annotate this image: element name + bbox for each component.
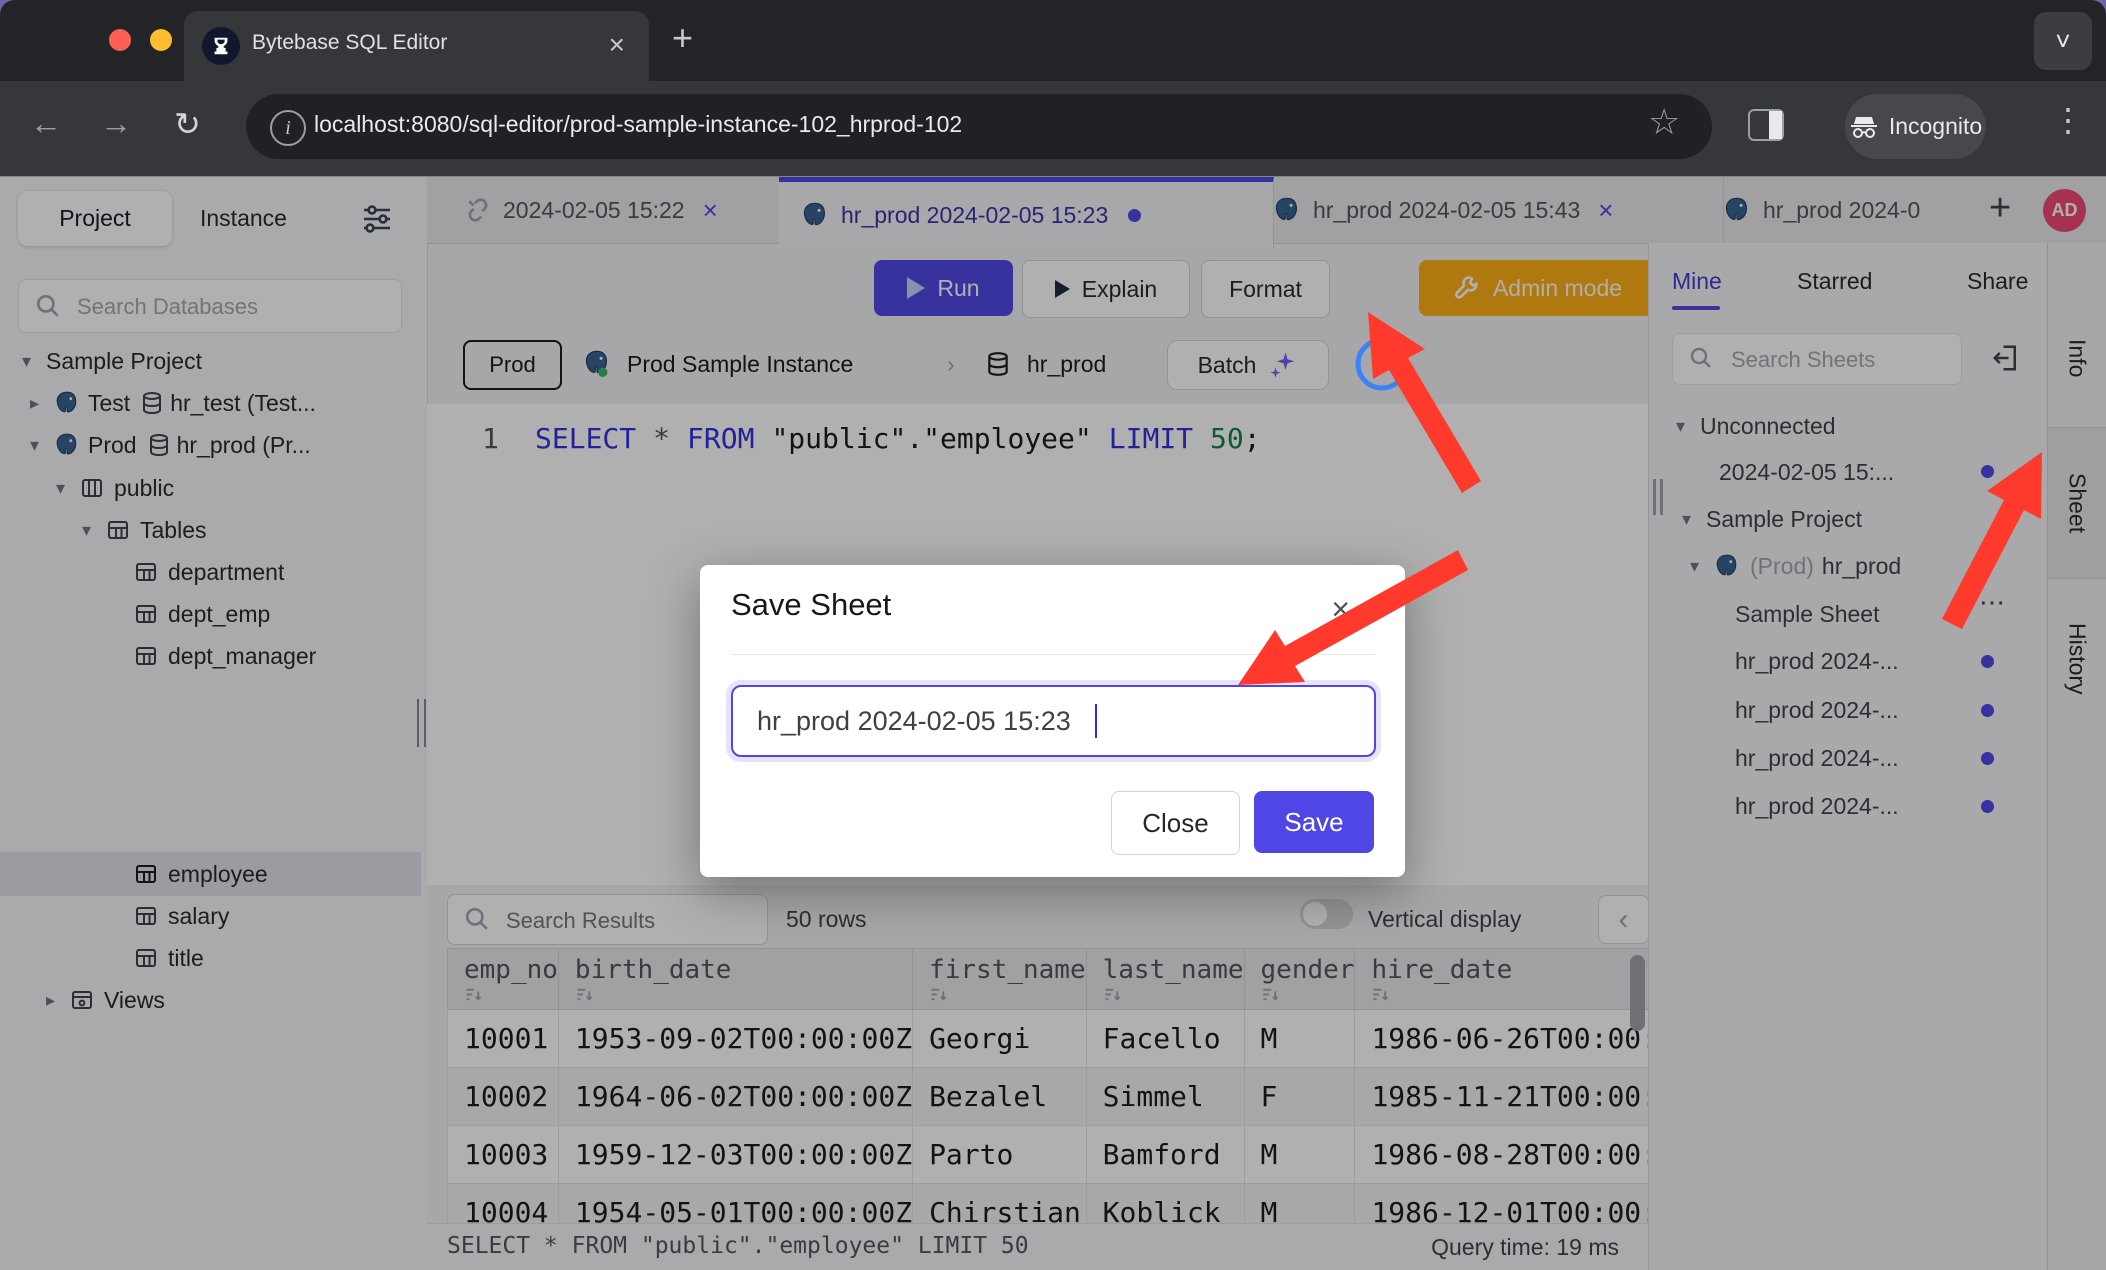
screen: Bytebase SQL Editor × + ˅ ← → ↻ i localh…: [0, 0, 2106, 1270]
reload-icon[interactable]: ↻: [174, 105, 201, 143]
window-minimize-button[interactable]: [150, 29, 172, 51]
forward-icon[interactable]: →: [100, 105, 132, 142]
dialog-divider: [731, 654, 1375, 655]
save-sheet-dialog: Save Sheet × hr_prod 2024-02-05 15:23 Cl…: [700, 565, 1405, 877]
incognito-label: Incognito: [1889, 113, 1982, 140]
browser-tab-strip: Bytebase SQL Editor × + ˅: [0, 0, 2106, 81]
browser-window: Bytebase SQL Editor × + ˅ ← → ↻ i localh…: [0, 0, 2106, 1270]
bookmark-star-icon[interactable]: ☆: [1648, 101, 1680, 143]
browser-tab-close-icon[interactable]: ×: [609, 29, 625, 61]
dialog-close-icon[interactable]: ×: [1331, 591, 1350, 628]
dialog-close-button[interactable]: Close: [1111, 791, 1240, 855]
back-icon[interactable]: ←: [30, 105, 62, 142]
sheet-title-input[interactable]: hr_prod 2024-02-05 15:23: [731, 685, 1376, 757]
address-bar[interactable]: i localhost:8080/sql-editor/prod-sample-…: [246, 94, 1712, 159]
browser-tab[interactable]: Bytebase SQL Editor ×: [184, 11, 649, 81]
tab-search-chevron-icon[interactable]: ˅: [2034, 12, 2092, 70]
browser-menu-icon[interactable]: ⋮: [2052, 101, 2084, 139]
new-tab-button[interactable]: +: [672, 20, 693, 56]
bytebase-favicon: [202, 27, 240, 65]
site-info-icon[interactable]: i: [270, 110, 306, 146]
incognito-badge: Incognito: [1845, 94, 1986, 159]
url-text: localhost:8080/sql-editor/prod-sample-in…: [314, 111, 962, 138]
browser-toolbar: ← → ↻ i localhost:8080/sql-editor/prod-s…: [0, 81, 2106, 176]
text-caret: [1095, 704, 1097, 738]
dialog-save-button[interactable]: Save: [1254, 791, 1374, 853]
incognito-icon: [1849, 115, 1879, 139]
window-close-button[interactable]: [109, 29, 131, 51]
dialog-title: Save Sheet: [731, 587, 891, 623]
sheet-title-value: hr_prod 2024-02-05 15:23: [757, 706, 1071, 737]
browser-tab-title: Bytebase SQL Editor: [252, 31, 447, 55]
side-panel-icon[interactable]: [1748, 109, 1784, 141]
